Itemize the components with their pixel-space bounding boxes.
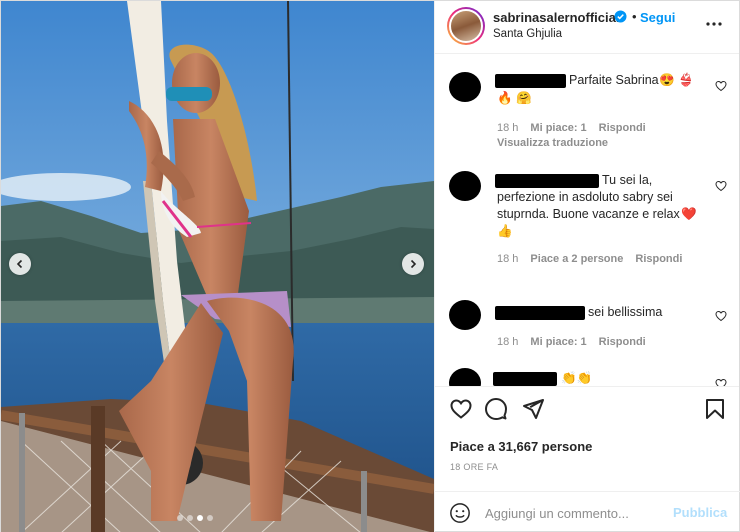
carousel-dots <box>177 515 213 521</box>
follow-separator: • <box>632 9 637 24</box>
chevron-right-icon <box>410 259 417 269</box>
translate-button[interactable]: Visualizza traduzione <box>497 137 608 149</box>
comment-text-line: perfezione in asdoluto sabry sei <box>497 190 673 204</box>
comments-list[interactable]: Parfaite Sabrina 😍 👙 🔥 🤗 18 h Mi piace: … <box>435 54 739 386</box>
comment-time: 18 h <box>497 122 519 134</box>
follow-button[interactable]: Segui <box>640 10 675 25</box>
comment-time: 18 h <box>497 336 519 348</box>
reply-button[interactable]: Rispondi <box>599 122 646 134</box>
comment-time: 18 h <box>497 253 519 265</box>
post-header: sabrinasalernofficial • Segui Santa Ghju… <box>435 1 739 54</box>
comment-emoji: 🔥 🤗 <box>497 91 532 105</box>
commenter-avatar[interactable] <box>449 300 481 330</box>
share-icon[interactable] <box>521 397 545 421</box>
author-avatar[interactable] <box>447 7 485 45</box>
comment-meta: 18 h Piace a 2 persone Rispondi <box>497 253 682 265</box>
carousel-dot-active <box>197 515 203 521</box>
comment-text-line: Tu sei la, <box>602 173 653 187</box>
comment-like-icon[interactable] <box>715 180 727 192</box>
reply-button[interactable]: Rispondi <box>599 336 646 348</box>
likes-count[interactable]: Piace a 31,667 persone <box>450 439 592 454</box>
instagram-post: sabrinasalernofficial • Segui Santa Ghju… <box>0 0 740 532</box>
comment-like-icon[interactable] <box>715 310 727 322</box>
commenter-avatar[interactable] <box>449 368 481 386</box>
comment-likes[interactable]: Piace a 2 persone <box>530 253 623 265</box>
commenter-name-redacted[interactable] <box>495 74 566 88</box>
comment-composer: Pubblica <box>435 491 740 532</box>
comment-emoji: ❤️ <box>681 207 697 221</box>
comment-likes[interactable]: Mi piace: 1 <box>530 122 586 134</box>
comment-like-icon[interactable] <box>715 378 727 386</box>
verified-badge-icon <box>614 10 627 23</box>
carousel-dot <box>187 515 193 521</box>
carousel-prev-button[interactable] <box>9 253 31 275</box>
post-photo[interactable] <box>1 1 434 532</box>
comment-icon[interactable] <box>484 397 508 421</box>
carousel-dot <box>177 515 183 521</box>
chevron-left-icon <box>16 259 23 269</box>
post-side-panel: sabrinasalernofficial • Segui Santa Ghju… <box>434 1 740 532</box>
author-username[interactable]: sabrinasalernofficial <box>493 10 619 25</box>
commenter-avatar[interactable] <box>449 72 481 102</box>
more-options-icon[interactable] <box>705 15 723 33</box>
comment-like-icon[interactable] <box>715 80 727 92</box>
commenter-avatar[interactable] <box>449 171 481 201</box>
comment-meta: 18 h Mi piace: 1 Rispondi <box>497 336 646 348</box>
reply-button[interactable]: Rispondi <box>635 253 682 265</box>
comment-likes[interactable]: Mi piace: 1 <box>530 336 586 348</box>
carousel-next-button[interactable] <box>402 253 424 275</box>
comment-text: 👏👏 <box>561 371 593 385</box>
emoji-icon[interactable] <box>449 502 471 524</box>
comment-meta: 18 h Mi piace: 1 Rispondi <box>497 122 646 134</box>
commenter-name-redacted[interactable] <box>495 306 585 320</box>
heart-icon[interactable] <box>449 397 473 421</box>
comment-input[interactable] <box>485 502 665 524</box>
commenter-name-redacted[interactable] <box>495 174 599 188</box>
comment-text: sei bellissima <box>588 305 663 319</box>
commenter-name-redacted[interactable] <box>493 372 557 386</box>
bookmark-icon[interactable] <box>703 397 727 421</box>
carousel-dot <box>207 515 213 521</box>
post-actions-bar <box>435 386 739 430</box>
post-location[interactable]: Santa Ghjulia <box>493 28 562 40</box>
photo-scene <box>1 1 434 532</box>
comment-emoji: 😍 👙 <box>659 73 694 87</box>
post-timestamp[interactable]: 18 ORE FA <box>450 462 498 472</box>
publish-button[interactable]: Pubblica <box>673 505 727 520</box>
comment-text: Parfaite Sabrina <box>569 73 659 87</box>
comment-emoji: 👍 <box>497 224 513 238</box>
comment-text-line: stuprnda. Buone vacanze e relax <box>497 207 680 221</box>
